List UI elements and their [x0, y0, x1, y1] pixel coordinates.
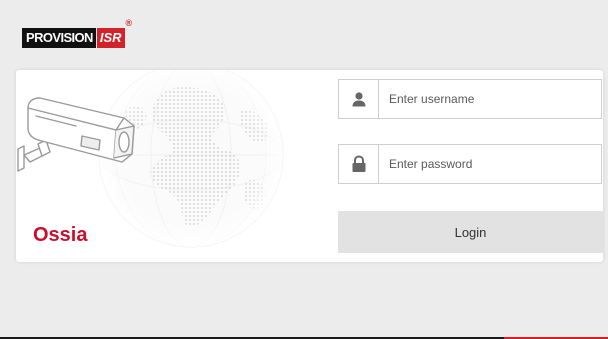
username-field — [338, 79, 602, 119]
user-icon — [339, 80, 379, 118]
login-card: Ossia Login — [16, 70, 603, 262]
lock-icon — [339, 145, 379, 183]
provision-isr-logo: PROVISION ISR ® — [22, 18, 132, 50]
login-button[interactable]: Login — [338, 211, 603, 253]
logo-wordmark: PROVISION — [22, 28, 96, 48]
password-field — [338, 144, 602, 184]
brand-name: Ossia — [33, 224, 88, 246]
username-input[interactable] — [379, 80, 601, 118]
logo-registered-mark: ® — [125, 18, 133, 28]
password-input[interactable] — [379, 145, 601, 183]
logo-isr-mark: ISR — [96, 28, 125, 48]
